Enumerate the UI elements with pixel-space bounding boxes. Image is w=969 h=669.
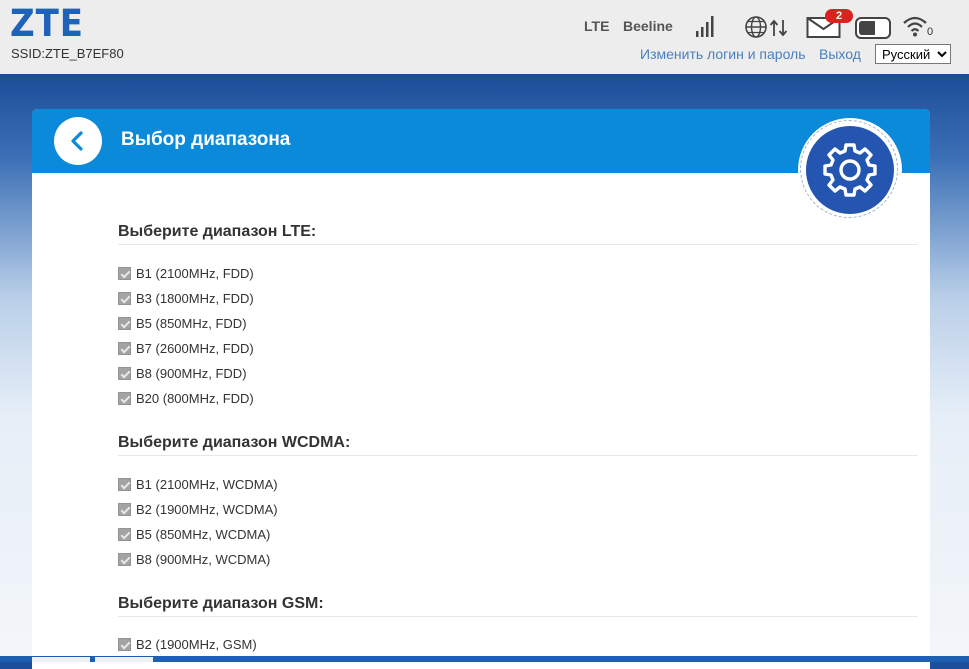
chevron-left-icon: [71, 131, 83, 151]
language-select[interactable]: Русский: [875, 44, 951, 64]
panel-header: Выбор диапазона: [32, 109, 930, 173]
band-label: B7 (2600MHz, FDD): [136, 341, 254, 356]
band-checkbox[interactable]: [118, 292, 131, 305]
taskbar-button[interactable]: [32, 657, 90, 662]
settings-gear-badge: [798, 118, 902, 222]
wcdma-band-option[interactable]: B5 (850MHz, WCDMA): [118, 527, 270, 543]
band-checkbox[interactable]: [118, 392, 131, 405]
change-login-link[interactable]: Изменить логин и пароль: [640, 46, 806, 62]
band-checkbox[interactable]: [118, 267, 131, 280]
band-checkbox[interactable]: [118, 528, 131, 541]
band-checkbox[interactable]: [118, 367, 131, 380]
wifi-clients-count: 0: [927, 26, 934, 38]
band-label: B3 (1800MHz, FDD): [136, 291, 254, 306]
lte-band-option[interactable]: B8 (900MHz, FDD): [118, 366, 247, 382]
battery-icon: [855, 17, 891, 39]
band-label: B5 (850MHz, FDD): [136, 316, 247, 331]
logout-link[interactable]: Выход: [819, 46, 861, 62]
band-label: B8 (900MHz, WCDMA): [136, 552, 271, 567]
page-title: Выбор диапазона: [121, 129, 291, 150]
band-checkbox[interactable]: [118, 317, 131, 330]
wcdma-section-title: Выберите диапазон WCDMA:: [118, 434, 918, 456]
band-label: B1 (2100MHz, WCDMA): [136, 477, 278, 492]
taskbar-button[interactable]: [95, 657, 153, 662]
lte-band-option[interactable]: B20 (800MHz, FDD): [118, 391, 254, 407]
globe-arrows-icon: [745, 16, 788, 38]
band-label: B2 (1900MHz, WCDMA): [136, 502, 278, 517]
gsm-section-title: Выберите диапазон GSM:: [118, 595, 918, 617]
band-checkbox[interactable]: [118, 638, 131, 651]
operator-name: Beeline: [623, 18, 673, 34]
lte-section-title: Выберите диапазон LTE:: [118, 223, 918, 245]
wcdma-band-option[interactable]: B1 (2100MHz, WCDMA): [118, 477, 278, 493]
lte-band-option[interactable]: B7 (2600MHz, FDD): [118, 341, 254, 357]
lte-band-option[interactable]: B1 (2100MHz, FDD): [118, 266, 254, 282]
zte-logo: ZTE: [10, 2, 84, 45]
ssid-label: SSID:ZTE_B7EF80: [11, 46, 124, 61]
signal-bars-icon: [696, 16, 714, 37]
back-button[interactable]: [54, 117, 102, 165]
wcdma-band-option[interactable]: B2 (1900MHz, WCDMA): [118, 502, 278, 518]
band-label: B8 (900MHz, FDD): [136, 366, 247, 381]
band-checkbox[interactable]: [118, 553, 131, 566]
band-label: B2 (1900MHz, GSM): [136, 637, 257, 652]
taskbar-strip: [0, 656, 969, 662]
band-checkbox[interactable]: [118, 478, 131, 491]
lte-band-option[interactable]: B3 (1800MHz, FDD): [118, 291, 254, 307]
network-type: LTE: [584, 18, 610, 34]
wcdma-band-option[interactable]: B8 (900MHz, WCDMA): [118, 552, 270, 568]
band-label: B1 (2100MHz, FDD): [136, 266, 254, 281]
band-checkbox[interactable]: [118, 503, 131, 516]
wifi-icon: [903, 16, 927, 37]
band-label: B20 (800MHz, FDD): [136, 391, 254, 406]
unread-messages-badge: 2: [825, 9, 853, 23]
lte-band-option[interactable]: B5 (850MHz, FDD): [118, 316, 247, 332]
gear-icon: [823, 143, 877, 197]
top-header: ZTE SSID:ZTE_B7EF80 LTE Beeline 2 0 Изме…: [0, 0, 969, 74]
band-label: B5 (850MHz, WCDMA): [136, 527, 271, 542]
band-checkbox[interactable]: [118, 342, 131, 355]
band-selection-panel: Выбор диапазона: [32, 109, 930, 669]
gsm-band-option[interactable]: B2 (1900MHz, GSM): [118, 637, 257, 653]
